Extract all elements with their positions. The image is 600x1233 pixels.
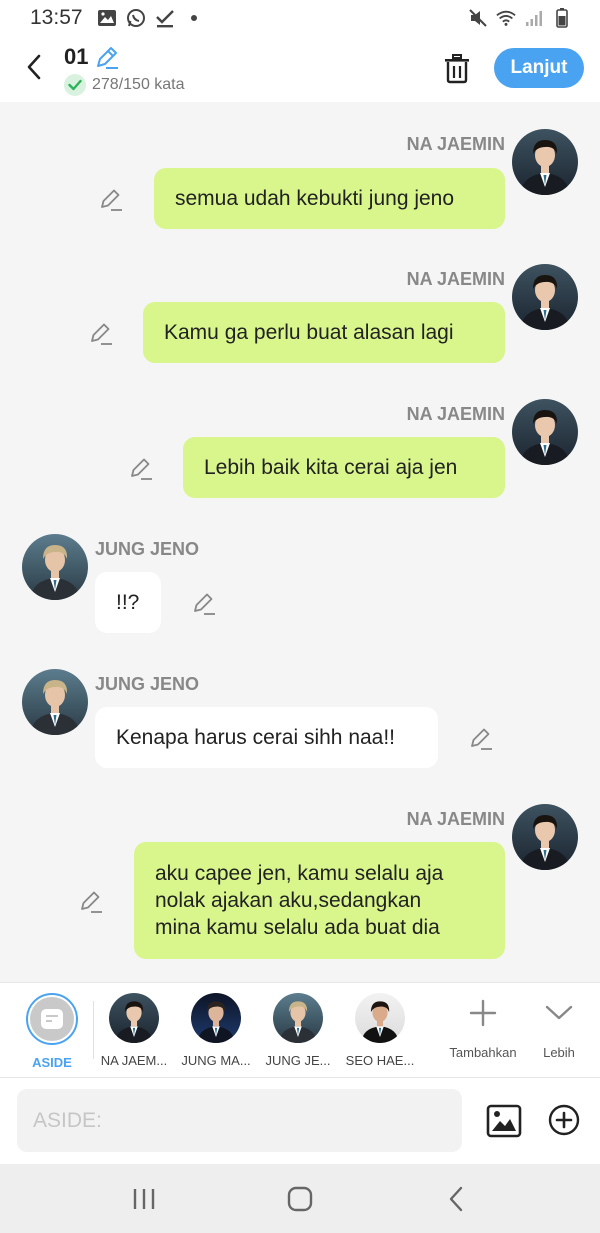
back-button[interactable] [18, 50, 50, 84]
back-arrow-icon [27, 54, 41, 80]
whatsapp-notification-icon [126, 8, 146, 28]
add-character-button[interactable]: Tambahkan [443, 995, 523, 1060]
status-bar: 13:57 [0, 0, 600, 36]
character-name: JUNG JE... [265, 1053, 331, 1068]
sender-name: JUNG JENO [95, 674, 200, 694]
sender-avatar[interactable] [22, 534, 88, 600]
episode-title: 01 [64, 44, 89, 69]
more-label: Lebih [543, 1045, 575, 1060]
sender-avatar[interactable] [512, 264, 578, 330]
message-bubble[interactable]: Kenapa harus cerai sihh naa!! [95, 707, 438, 768]
sender-name: JUNG JENO [95, 539, 200, 559]
sender-name: NA JAEMIN [406, 269, 505, 289]
wifi-icon [496, 8, 516, 28]
character-item[interactable]: JUNG JE... [257, 993, 339, 1068]
word-count: 278/150 kata [92, 76, 185, 93]
sender-name: NA JAEMIN [406, 134, 505, 154]
character-name: ASIDE [32, 1055, 72, 1070]
character-avatar [109, 993, 159, 1043]
sender-avatar[interactable] [512, 399, 578, 465]
image-icon [486, 1104, 522, 1138]
character-name: NA JAEM... [100, 1053, 168, 1068]
app-header: 01 278/150 kata Lanjut [0, 36, 600, 102]
home-icon [287, 1186, 313, 1212]
trash-icon [445, 54, 469, 84]
character-item[interactable]: JUNG MA... [175, 993, 257, 1068]
edit-message-pencil-icon[interactable] [468, 725, 494, 751]
character-item[interactable]: NA JAEM... [93, 993, 175, 1068]
character-avatar [191, 993, 241, 1043]
signal-icon [524, 8, 544, 28]
edit-message-pencil-icon[interactable] [128, 455, 154, 481]
chat-area[interactable]: NA JAEMIN semua udah kebukti jung jeno NA… [0, 102, 600, 982]
note-icon [41, 1009, 63, 1029]
battery-icon [552, 8, 572, 28]
plus-circle-icon [548, 1104, 580, 1136]
aside-avatar [26, 993, 78, 1045]
add-content-button[interactable] [546, 1102, 582, 1138]
edit-message-pencil-icon[interactable] [191, 590, 217, 616]
notification-icons [97, 8, 204, 28]
more-button[interactable]: Lebih [519, 995, 599, 1060]
character-avatar [355, 993, 405, 1043]
sender-avatar[interactable] [22, 669, 88, 735]
recent-apps-icon [133, 1189, 155, 1209]
character-item[interactable]: SEO HAE... [339, 993, 421, 1068]
sender-name: NA JAEMIN [406, 404, 505, 424]
system-status-icons [468, 8, 572, 28]
episode-title-block: 01 278/150 kata [64, 44, 185, 96]
gallery-notification-icon [97, 8, 117, 28]
home-button[interactable] [280, 1182, 320, 1216]
message-bubble[interactable]: aku capee jen, kamu selalu aja nolak aja… [134, 842, 505, 959]
system-navigation-bar [0, 1164, 600, 1233]
character-aside[interactable]: ASIDE [11, 993, 93, 1070]
plus-icon [465, 995, 501, 1031]
character-name: JUNG MA... [181, 1053, 251, 1068]
more-notifications-dot-icon [184, 8, 204, 28]
sender-avatar[interactable] [512, 129, 578, 195]
message-bubble[interactable]: semua udah kebukti jung jeno [154, 168, 505, 229]
message-bubble[interactable]: !!? [95, 572, 161, 633]
message-input[interactable] [17, 1089, 462, 1152]
input-area [0, 1078, 600, 1164]
character-avatar [273, 993, 323, 1043]
recent-apps-button[interactable] [124, 1182, 164, 1216]
download-done-icon [155, 8, 175, 28]
sender-avatar[interactable] [512, 804, 578, 870]
add-character-label: Tambahkan [449, 1045, 517, 1060]
chevron-down-icon [541, 995, 577, 1031]
system-back-icon [449, 1186, 463, 1212]
status-time: 13:57 [30, 6, 83, 29]
sender-name: NA JAEMIN [406, 809, 505, 829]
next-button[interactable]: Lanjut [494, 48, 584, 88]
edit-title-pencil-icon[interactable] [94, 44, 120, 70]
edit-message-pencil-icon[interactable] [98, 186, 124, 212]
character-name: SEO HAE... [345, 1053, 415, 1068]
system-back-button[interactable] [436, 1182, 476, 1216]
message-bubble[interactable]: Lebih baik kita cerai aja jen [183, 437, 505, 498]
edit-message-pencil-icon[interactable] [88, 320, 114, 346]
delete-button[interactable] [440, 52, 474, 86]
mute-icon [468, 8, 488, 28]
message-bubble[interactable]: Kamu ga perlu buat alasan lagi [143, 302, 505, 363]
character-selector-bar: Tambahkan Lebih ASIDE NA JAEM... JUNG MA… [0, 982, 600, 1078]
insert-image-button[interactable] [485, 1102, 523, 1140]
check-circle-icon [64, 74, 86, 96]
edit-message-pencil-icon[interactable] [78, 888, 104, 914]
